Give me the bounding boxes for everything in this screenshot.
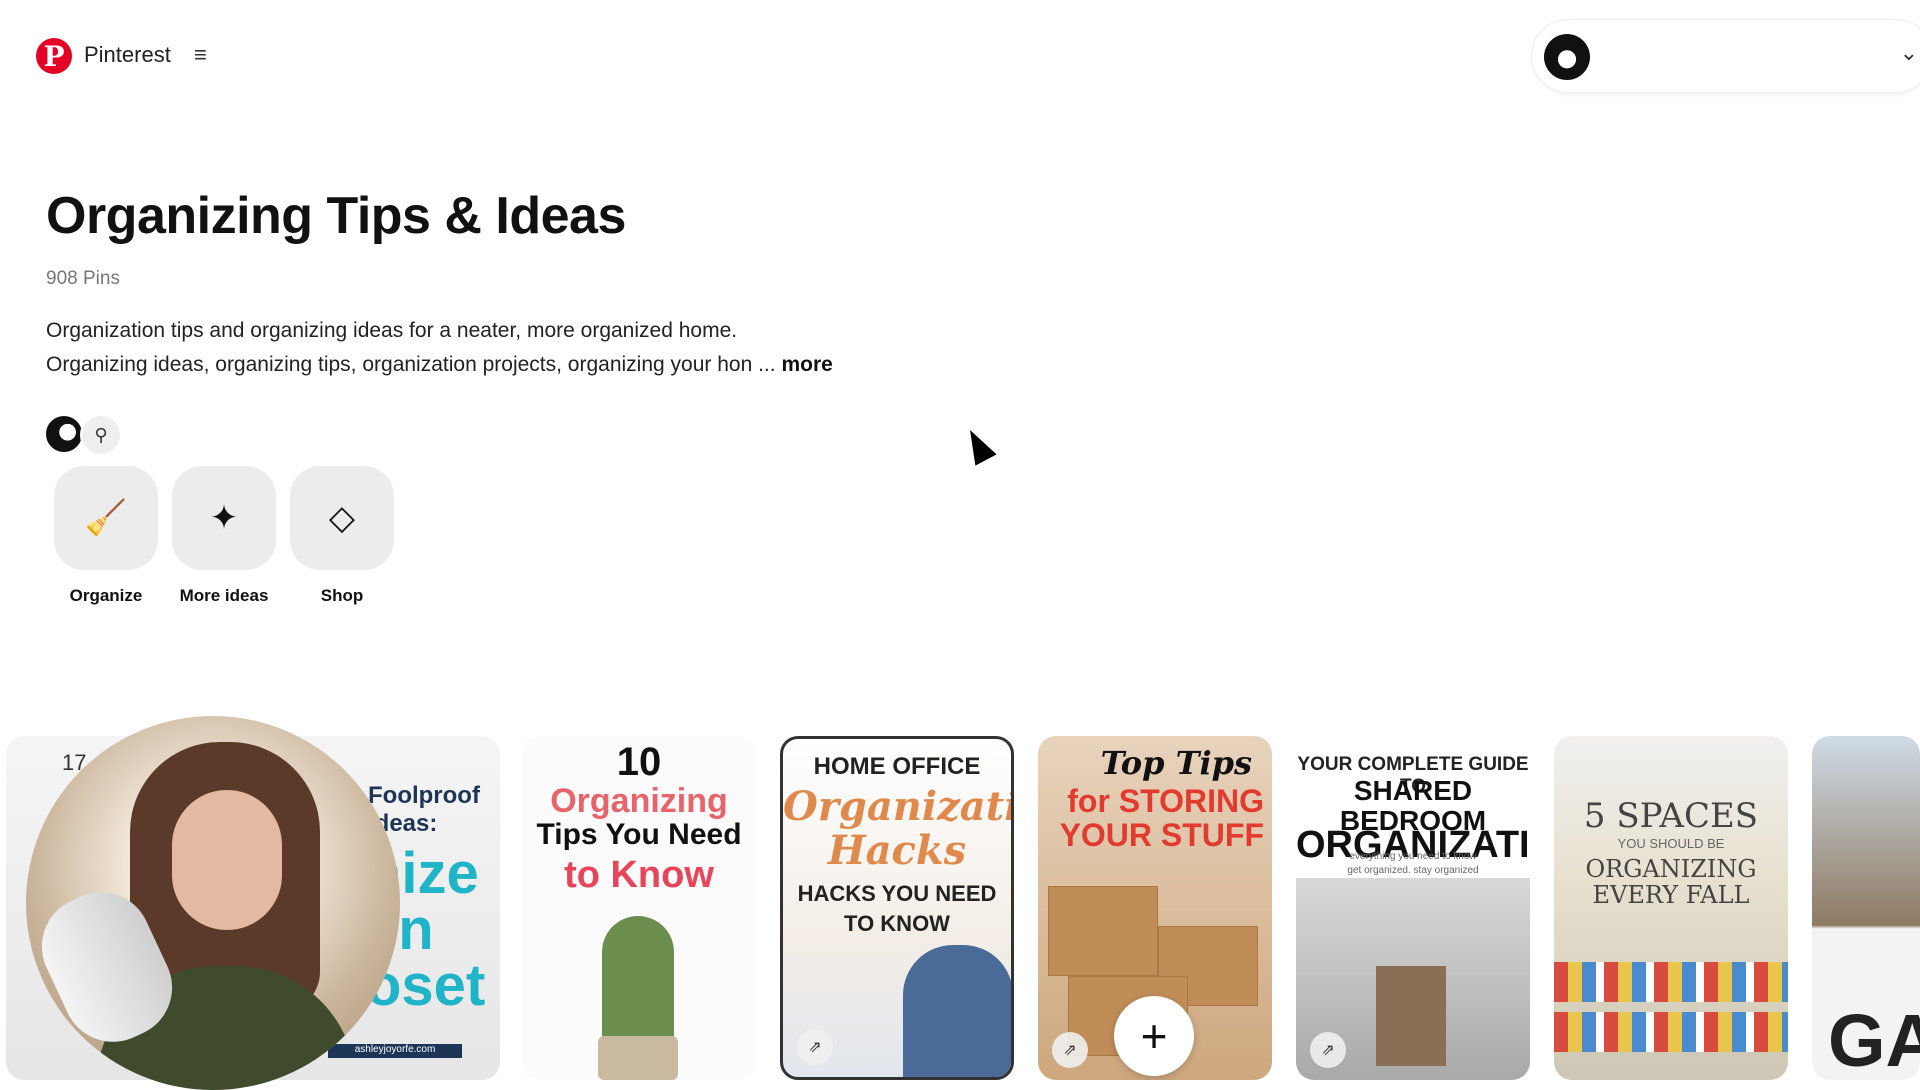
pin-text: Tips You Need <box>536 818 742 851</box>
board-title: Organizing Tips & Ideas <box>46 187 626 245</box>
person-image <box>903 945 1011 1077</box>
more-ideas-label: More ideas <box>179 586 269 605</box>
owner-avatar[interactable] <box>44 414 84 454</box>
more-ideas-action[interactable]: ✦ More ideas <box>172 466 276 606</box>
organize-action[interactable]: 🧹 Organize <box>54 466 158 606</box>
analytics-icon[interactable]: ⇗ <box>1310 1032 1346 1068</box>
cactus-image <box>602 916 674 1056</box>
hamburger-menu-icon[interactable]: ≡ <box>194 42 207 68</box>
top-header: P Pinterest ≡ ⌄ <box>0 0 1920 112</box>
presenter-video-overlay <box>26 716 400 1090</box>
analytics-icon[interactable]: ⇗ <box>797 1029 833 1065</box>
pin-card-garage[interactable]: GAR <box>1812 736 1920 1080</box>
add-pin-button[interactable]: + <box>1114 996 1194 1076</box>
organize-button[interactable]: 🧹 <box>54 466 158 570</box>
invite-collaborator-icon[interactable]: ⚲ <box>80 414 122 456</box>
box-image <box>1048 886 1158 976</box>
mouse-cursor-icon <box>959 424 997 466</box>
pin-text: HACKS YOU NEED TO KNOW <box>797 881 997 936</box>
pin-card-organizing-tips[interactable]: 10 Organizing Tips You Need to Know <box>522 736 756 1080</box>
account-switcher[interactable]: ⌄ <box>1532 20 1920 92</box>
more-link[interactable]: more <box>781 353 832 376</box>
organize-label: Organize <box>69 586 143 605</box>
pin-text: 10 <box>616 740 662 784</box>
shelf-image <box>1554 1012 1788 1052</box>
chevron-down-icon[interactable]: ⌄ <box>1900 40 1918 66</box>
pin-text: Organizing <box>550 782 728 820</box>
pin-text: for STORING YOUR STUFF <box>1059 783 1264 853</box>
broom-sparkle-icon: 🧹 <box>84 499 128 537</box>
pin-text: HOME OFFICE <box>813 753 981 780</box>
description-line-1: Organization tips and organizing ideas f… <box>46 319 738 342</box>
pin-text: YOU SHOULD BE <box>1617 836 1725 851</box>
pinterest-logo-icon[interactable]: P <box>36 38 72 74</box>
shop-button[interactable]: ◇ <box>290 466 394 570</box>
pin-text: 5 SPACES <box>1583 796 1759 836</box>
pin-text: ORGANIZING EVERY FALL <box>1585 855 1757 909</box>
nightstand-image <box>1376 966 1446 1066</box>
sparkle-icon: ✦ <box>209 499 239 537</box>
pin-count: 908 Pins <box>46 268 120 289</box>
more-ideas-button[interactable]: ✦ <box>172 466 276 570</box>
description-line-2: Organizing ideas, organizing tips, organ… <box>46 348 1046 382</box>
board-description: Organization tips and organizing ideas f… <box>46 314 1046 382</box>
pin-text: Top Tips <box>1100 744 1252 782</box>
presenter-face <box>172 790 282 930</box>
shelf-image <box>1554 962 1788 1002</box>
pin-card-five-spaces[interactable]: 5 SPACES YOU SHOULD BE ORGANIZING EVERY … <box>1554 736 1788 1080</box>
tag-icon: ◇ <box>328 499 356 537</box>
pin-text: everything you need to know get organize… <box>1347 851 1479 876</box>
shop-action[interactable]: ◇ Shop <box>290 466 394 606</box>
account-avatar[interactable] <box>1544 34 1590 80</box>
pin-card-shared-bedroom[interactable]: YOUR COMPLETE GUIDE TO SHARED BEDROOM OR… <box>1296 736 1530 1080</box>
shop-label: Shop <box>320 586 364 605</box>
brand-name[interactable]: Pinterest <box>84 42 171 68</box>
pin-text: Organization Hacks <box>783 783 1011 874</box>
analytics-icon[interactable]: ⇗ <box>1052 1032 1088 1068</box>
pot-image <box>598 1036 678 1080</box>
description-text: Organizing ideas, organizing tips, organ… <box>46 353 776 376</box>
pin-card-storing-stuff[interactable]: Top Tips for STORING YOUR STUFF ⇗ + <box>1038 736 1272 1080</box>
pin-card-home-office[interactable]: HOME OFFICE Organization Hacks HACKS YOU… <box>780 736 1014 1080</box>
pin-text: to Know <box>564 854 714 896</box>
pin-text: GAR <box>1828 999 1920 1080</box>
